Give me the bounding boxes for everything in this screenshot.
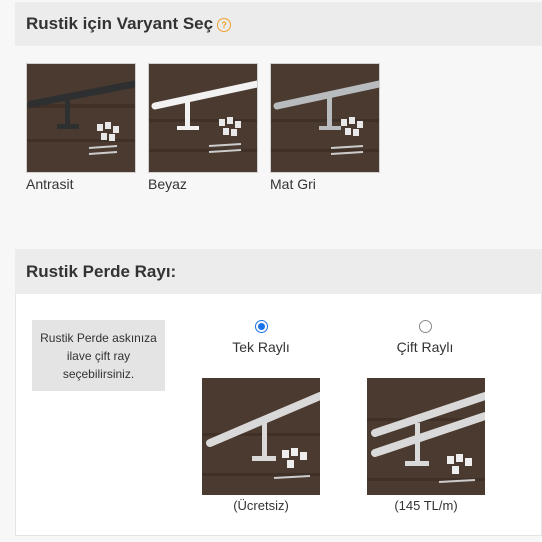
question-circle-icon[interactable]: ? xyxy=(217,17,232,32)
rail-info-box: Rustik Perde askınıza ilave çift ray seç… xyxy=(32,320,165,391)
rail-price-cift: (145 TL/m) xyxy=(394,498,458,513)
variant-label: Antrasit xyxy=(26,176,74,192)
radio-cift-rayli[interactable] xyxy=(418,320,432,333)
variant-section-header: Rustik için Varyant Seç? xyxy=(15,2,542,46)
rail-option-label: Çift Raylı xyxy=(396,339,454,355)
variant-section-title: Rustik için Varyant Seç xyxy=(26,14,214,33)
variant-label: Beyaz xyxy=(148,176,187,192)
variant-image-beyaz xyxy=(148,63,258,173)
rail-price-tek: (Ücretsiz) xyxy=(233,498,289,513)
rail-image-cift[interactable] xyxy=(367,378,485,495)
variant-image-mat-gri xyxy=(270,63,380,173)
rail-option-tek[interactable]: Tek Raylı xyxy=(201,320,321,355)
variant-option-antrasit[interactable]: Antrasit xyxy=(26,63,136,192)
radio-tek-rayli[interactable] xyxy=(254,320,268,333)
variant-image-antrasit xyxy=(26,63,136,173)
rail-section-title: Rustik Perde Rayı: xyxy=(26,262,177,281)
rail-option-cift[interactable]: Çift Raylı xyxy=(365,320,485,355)
rail-option-label: Tek Raylı xyxy=(232,339,290,355)
rail-image-tek[interactable] xyxy=(202,378,320,495)
variant-option-mat-gri[interactable]: Mat Gri xyxy=(270,63,380,192)
variant-label: Mat Gri xyxy=(270,176,316,192)
variant-option-beyaz[interactable]: Beyaz xyxy=(148,63,258,192)
rail-section-header: Rustik Perde Rayı: xyxy=(15,249,542,294)
